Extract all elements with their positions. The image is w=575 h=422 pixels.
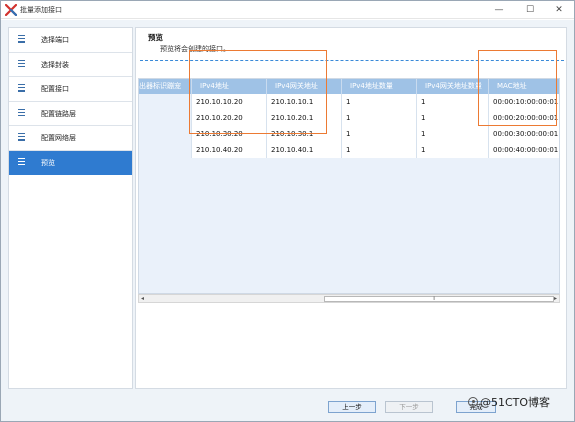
list-icon: [18, 35, 25, 43]
scroll-left-icon[interactable]: ◂: [141, 295, 144, 303]
sidebar-item-label: 选择封装: [41, 60, 69, 69]
watermark-logo-icon: [468, 397, 478, 407]
batch-add-interface-window: 批量添加接口 — ☐ ✕ 选择端口 选择封装 配置接口 配置链路层 配置网络层 …: [0, 0, 575, 422]
sidebar-item-select-encapsulation[interactable]: 选择封装: [9, 53, 132, 77]
cell-ipv4-gateway: 210.10.40.1: [267, 142, 342, 158]
column-header-mac-address[interactable]: MAC地址: [489, 79, 559, 94]
column-header-ipv4-gateway-count[interactable]: IPv4网关地址数量: [417, 79, 489, 94]
table-row[interactable]: 210.10.40.20 210.10.40.1 1 1 00:00:40:00…: [139, 142, 559, 158]
list-icon: [18, 59, 25, 68]
cell-router-id: [139, 94, 192, 110]
previous-button[interactable]: 上一步: [328, 401, 376, 413]
window-title: 批量添加接口: [20, 6, 62, 14]
column-header-ipv4-gateway[interactable]: IPv4网关地址: [267, 79, 342, 94]
table-row[interactable]: 210.10.20.20 210.10.20.1 1 1 00:00:20:00…: [139, 110, 559, 126]
sidebar-item-label: 配置接口: [41, 85, 69, 93]
cell-ipv4-gateway: 210.10.10.1: [267, 94, 342, 110]
cell-ipv4-gateway-count: 1: [417, 142, 489, 158]
preview-panel: 预览 预览将会创建的接口。 出器标识蹦宠 IPv4地址 IPv4网关地址 IPv…: [135, 27, 567, 389]
sidebar-item-configure-network-layer[interactable]: 配置网络层: [9, 126, 132, 151]
wizard-step-sidebar: 选择端口 选择封装 配置接口 配置链路层 配置网络层 预览: [8, 27, 133, 389]
sidebar-item-label: 配置网络层: [41, 134, 76, 142]
list-icon: [18, 133, 25, 141]
cell-ipv4-address: 210.10.20.20: [192, 110, 267, 126]
list-icon: [18, 84, 25, 92]
cell-ipv4-gateway-count: 1: [417, 110, 489, 126]
section-divider: [140, 60, 564, 61]
minimize-icon[interactable]: —: [488, 3, 510, 17]
maximize-icon[interactable]: ☐: [519, 3, 541, 17]
cell-mac-address: 00:00:40:00:00:01: [489, 142, 559, 158]
interface-preview-table: 出器标识蹦宠 IPv4地址 IPv4网关地址 IPv4地址数量 IPv4网关地址…: [138, 78, 560, 294]
list-icon: [18, 108, 25, 117]
dialog-body: 选择端口 选择封装 配置接口 配置链路层 配置网络层 预览 预览 预览将会创建的…: [1, 20, 574, 421]
sidebar-item-preview[interactable]: 预览: [9, 150, 132, 175]
cell-router-id: [139, 126, 192, 142]
sidebar-item-label: 选择端口: [41, 36, 69, 44]
table-header: 出器标识蹦宠 IPv4地址 IPv4网关地址 IPv4地址数量 IPv4网关地址…: [139, 79, 559, 94]
watermark-text: @51CTO博客: [480, 396, 551, 409]
cell-ipv4-gateway: 210.10.20.1: [267, 110, 342, 126]
horizontal-scrollbar[interactable]: ◂ ⦀ ▸: [138, 294, 560, 303]
cell-ipv4-address-count: 1: [342, 126, 417, 142]
next-button[interactable]: 下一步: [385, 401, 433, 413]
sidebar-item-configure-interface[interactable]: 配置接口: [9, 77, 132, 102]
cell-ipv4-address: 210.10.10.20: [192, 94, 267, 110]
cell-mac-address: 00:00:10:00:00:01: [489, 94, 559, 110]
cell-ipv4-address-count: 1: [342, 94, 417, 110]
cell-ipv4-address: 210.10.30.20: [192, 126, 267, 142]
watermark: @51CTO博客: [468, 394, 550, 410]
sidebar-item-label: 配置链路层: [41, 109, 76, 118]
app-logo-icon: [5, 4, 17, 16]
page-subtitle: 预览将会创建的接口。: [160, 45, 230, 53]
close-icon[interactable]: ✕: [548, 3, 570, 17]
sidebar-item-label: 预览: [41, 158, 55, 167]
sidebar-item-configure-link-layer[interactable]: 配置链路层: [9, 102, 132, 126]
table-row[interactable]: 210.10.30.20 210.10.30.1 1 1 00:00:30:00…: [139, 126, 559, 142]
scroll-right-icon[interactable]: ▸: [554, 295, 557, 303]
cell-router-id: [139, 142, 192, 158]
column-header-ipv4-address-count[interactable]: IPv4地址数量: [342, 79, 417, 94]
cell-mac-address: 00:00:20:00:00:01: [489, 110, 559, 126]
grip-icon: ⦀: [433, 296, 436, 302]
sidebar-item-select-port[interactable]: 选择端口: [9, 28, 132, 53]
cell-ipv4-gateway: 210.10.30.1: [267, 126, 342, 142]
table-row[interactable]: 210.10.10.20 210.10.10.1 1 1 00:00:10:00…: [139, 94, 559, 110]
cell-ipv4-address-count: 1: [342, 110, 417, 126]
cell-ipv4-address-count: 1: [342, 142, 417, 158]
cell-router-id: [139, 110, 192, 126]
page-title: 预览: [148, 33, 163, 42]
scrollbar-thumb[interactable]: ⦀: [324, 296, 554, 302]
cell-ipv4-gateway-count: 1: [417, 94, 489, 110]
column-header-router-id[interactable]: 出器标识蹦宠: [139, 79, 192, 94]
cell-ipv4-gateway-count: 1: [417, 126, 489, 142]
cell-ipv4-address: 210.10.40.20: [192, 142, 267, 158]
cell-mac-address: 00:00:30:00:00:01: [489, 126, 559, 142]
title-bar: 批量添加接口 — ☐ ✕: [1, 1, 574, 19]
list-icon: [18, 157, 25, 166]
column-header-ipv4-address[interactable]: IPv4地址: [192, 79, 267, 94]
